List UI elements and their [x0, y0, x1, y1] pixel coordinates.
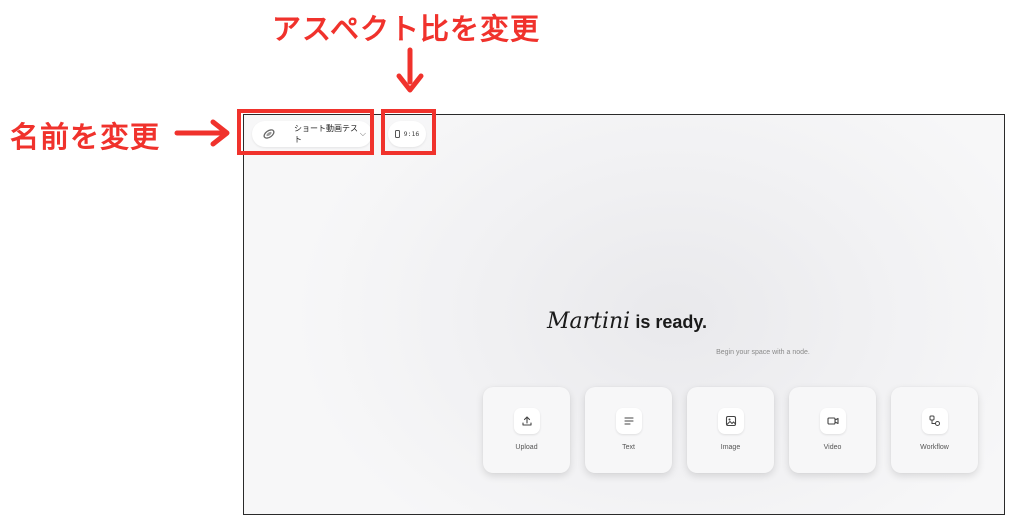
annotation-aspect-ratio-label: アスペクト比を変更 [272, 12, 540, 46]
upload-icon [513, 408, 540, 434]
node-card-label: Upload [515, 444, 538, 451]
image-icon [717, 408, 744, 434]
node-card-label: Workflow [920, 444, 949, 451]
text-lines-icon [615, 408, 642, 434]
node-card-label: Video [823, 444, 842, 451]
rename-highlight-box [237, 109, 374, 155]
node-card-text[interactable]: Text [585, 387, 672, 473]
annotation-down-arrow-icon [396, 47, 424, 93]
annotation-right-arrow-icon [174, 119, 230, 147]
video-camera-icon [819, 408, 846, 434]
annotation-rename-label: 名前を変更 [10, 120, 161, 154]
node-card-image[interactable]: Image [687, 387, 774, 473]
brand-logo: Martini [546, 309, 631, 334]
node-cards: Upload Text Image Video Workflow [483, 387, 978, 473]
hero-subtitle: Begin your space with a node. [716, 349, 810, 356]
node-card-label: Text [622, 444, 635, 451]
node-card-workflow[interactable]: Workflow [891, 387, 978, 473]
node-card-label: Image [720, 444, 741, 451]
ready-text: is ready. [635, 312, 708, 332]
workflow-icon [921, 408, 948, 434]
aspect-highlight-box [381, 109, 436, 155]
hero-heading: Martini is ready. [517, 309, 737, 334]
node-card-upload[interactable]: Upload [483, 387, 570, 473]
app-canvas[interactable]: ショート動画テスト ⌵ 9:16 Martini is ready. Begin… [243, 114, 1005, 515]
node-card-video[interactable]: Video [789, 387, 876, 473]
hero-subtitle-wrap: Begin your space with a node. [383, 349, 1004, 356]
